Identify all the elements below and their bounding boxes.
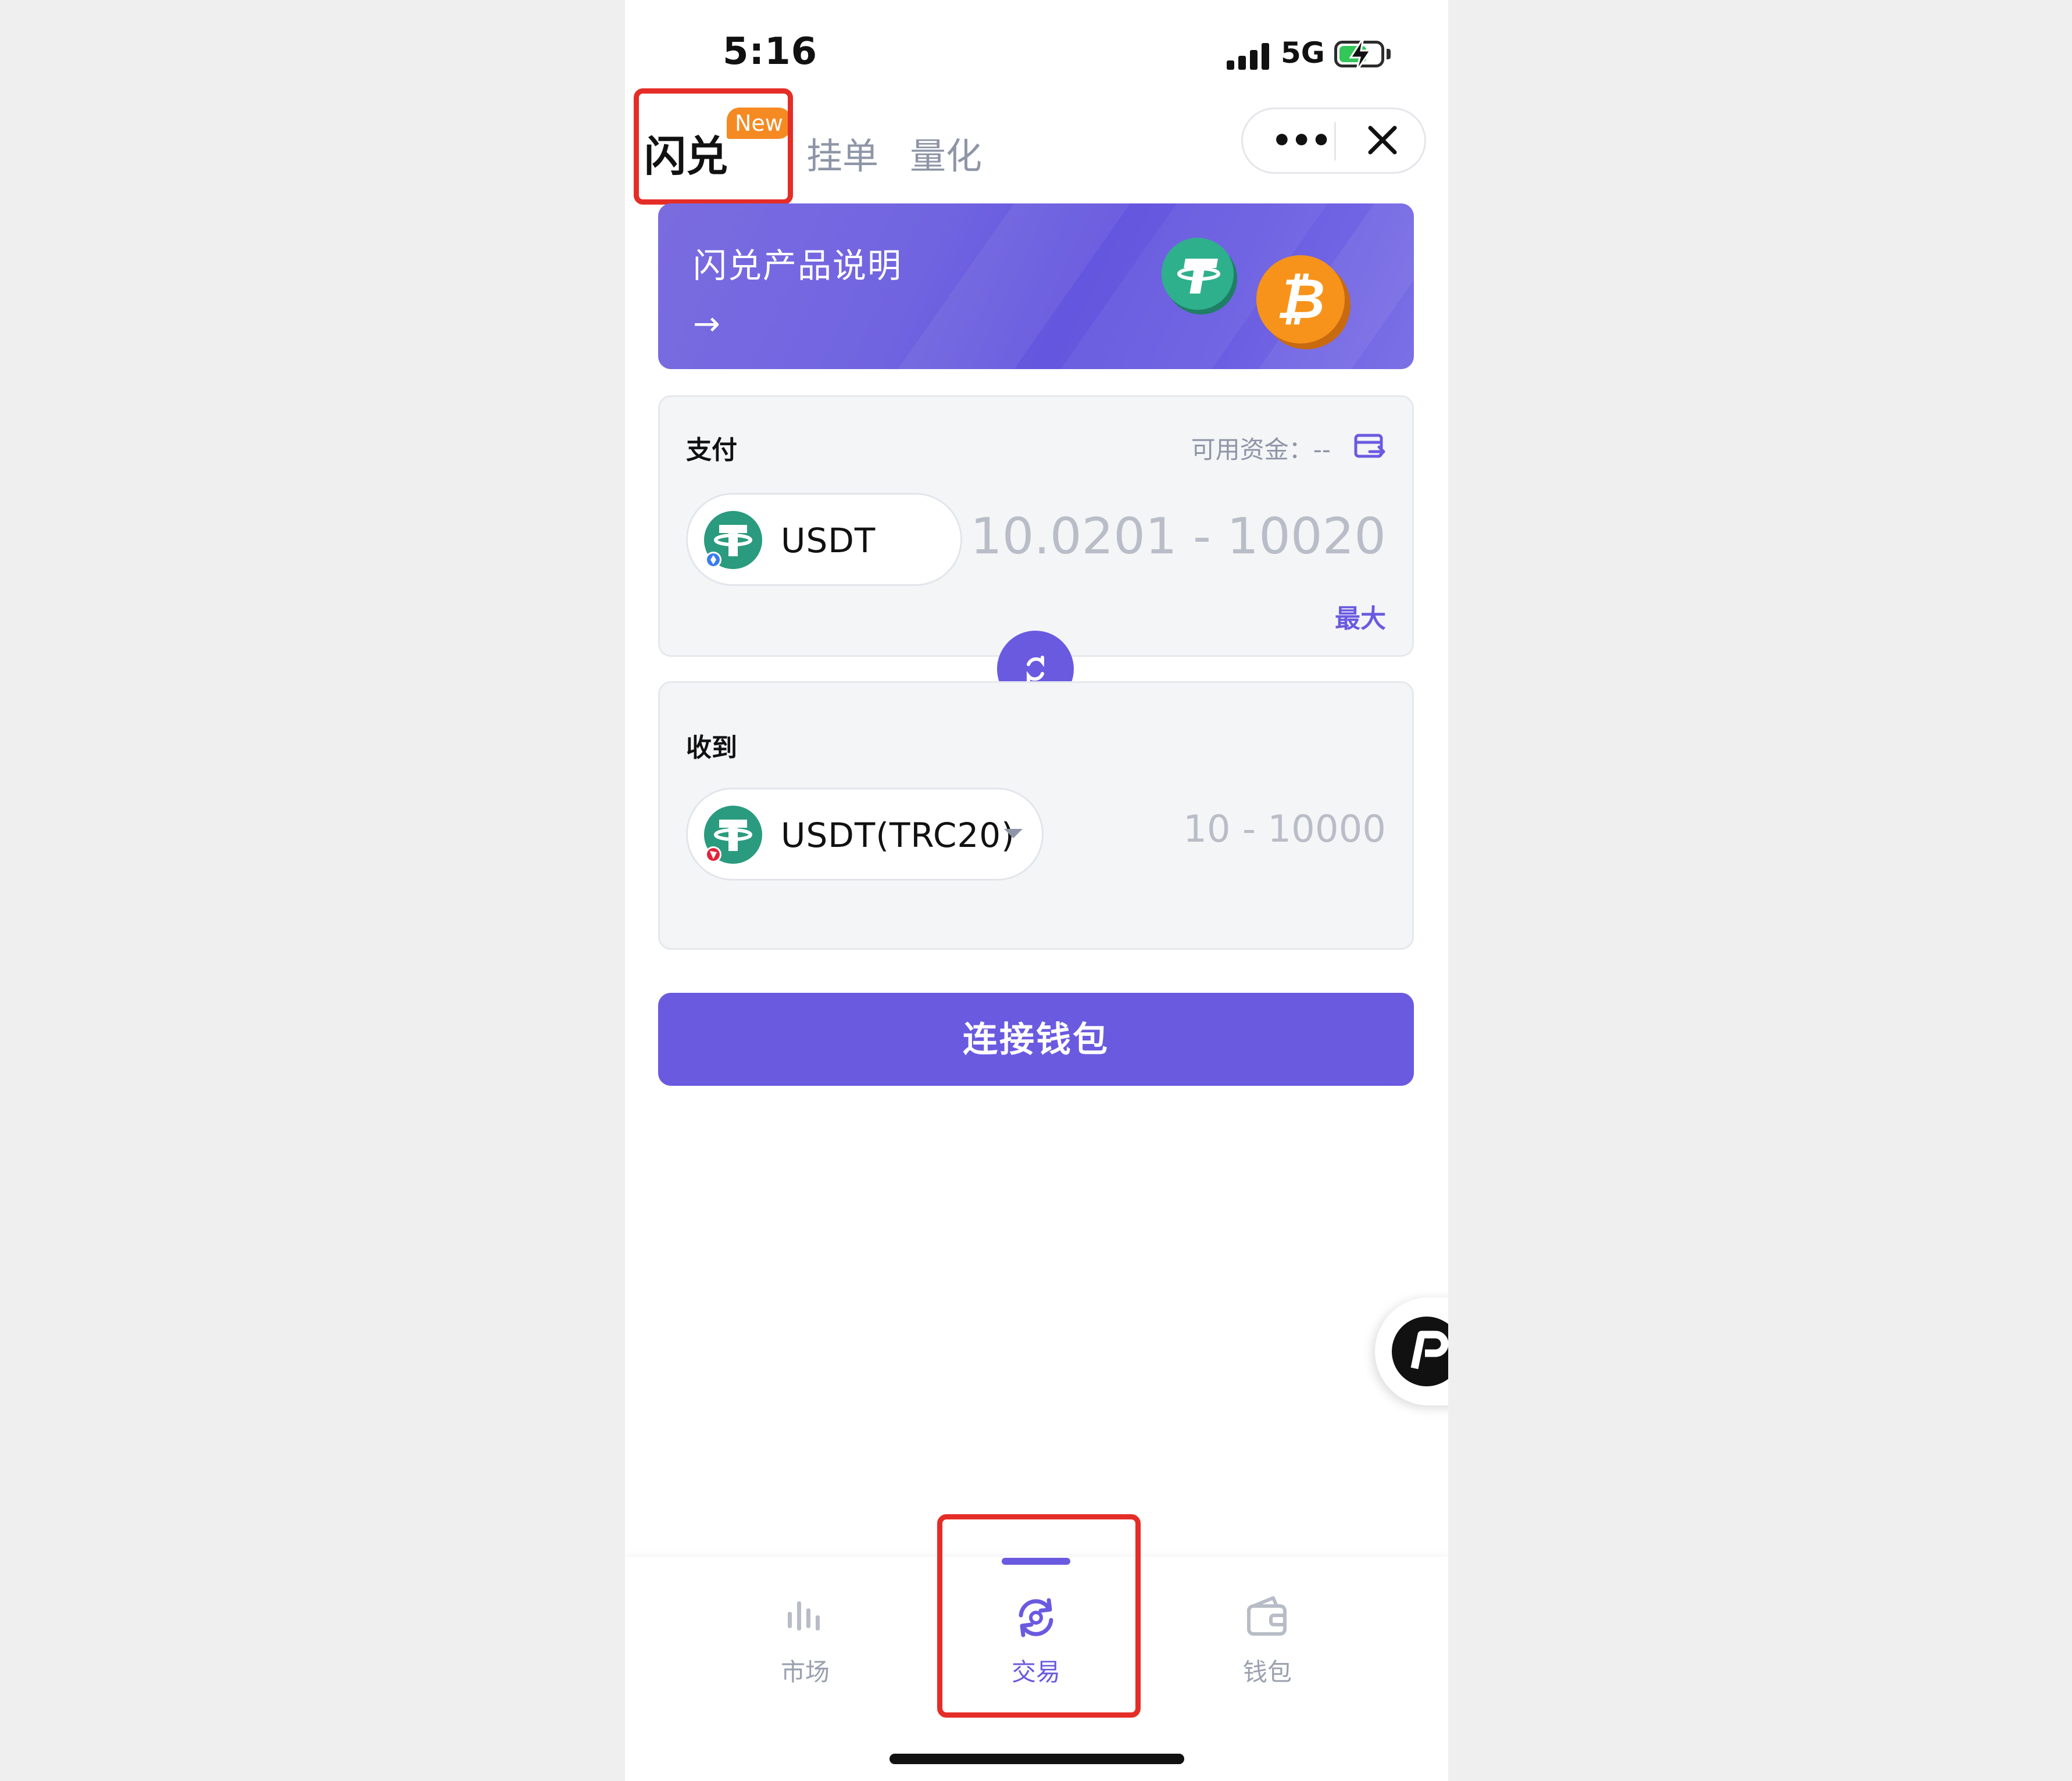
svg-text:₿: ₿: [1276, 266, 1325, 331]
more-dots-icon[interactable]: •••: [1271, 122, 1331, 160]
tether-coin-icon: [1162, 238, 1237, 314]
bitcoin-coin-icon: ₿: [1256, 255, 1351, 349]
nav-item-wallet[interactable]: 钱包: [1209, 1584, 1326, 1700]
receive-token-selector[interactable]: USDT(TRC20): [686, 788, 1044, 881]
receive-token-name: USDT(TRC20): [781, 816, 1015, 855]
available-value: --: [1313, 435, 1331, 464]
charging-bolt-icon: [1349, 37, 1372, 72]
pay-card: 支付 可用资金：-- USDT 10.0201 - 10020 最大: [658, 395, 1414, 657]
pay-token-name: USDT: [781, 521, 876, 560]
pay-token-selector[interactable]: USDT: [686, 493, 962, 586]
usdt-trc20-token-icon: [704, 806, 762, 864]
highlight-box-trade: [937, 1514, 1141, 1718]
pay-label: 支付: [686, 435, 737, 465]
available-funds: 可用资金：--: [1191, 430, 1331, 466]
tab-quant[interactable]: 量化: [910, 127, 982, 179]
deposit-wallet-icon[interactable]: [1353, 432, 1386, 461]
pay-amount-input[interactable]: 10.0201 - 10020: [970, 507, 1386, 566]
capsule-divider: [1334, 122, 1336, 160]
receive-label: 收到: [686, 733, 737, 763]
home-indicator: [889, 1754, 1184, 1764]
banner-title: 闪兑产品说明: [693, 246, 903, 285]
signal-icon: [1227, 41, 1273, 70]
arrow-right-icon: →: [693, 305, 720, 343]
nav-label-market: 市场: [780, 1658, 830, 1686]
chevron-down-icon: [1004, 829, 1023, 838]
receive-card: 收到 USDT(TRC20) 10 - 10000: [658, 681, 1414, 950]
phone-screen: 5:16 5G 闪兑 New 挂单 量化 ••• 闪兑产品说明 → ₿ 支付 可…: [625, 0, 1448, 1781]
status-time: 5:16: [723, 30, 818, 73]
wallet-icon: [1247, 1596, 1287, 1636]
max-button[interactable]: 最大: [1335, 598, 1386, 635]
highlight-box-tab: [634, 88, 793, 205]
network-label: 5G: [1281, 36, 1325, 70]
connect-wallet-button[interactable]: 连接钱包: [658, 993, 1414, 1086]
usdt-token-icon: [704, 511, 762, 569]
nav-item-market[interactable]: 市场: [747, 1584, 863, 1700]
nav-label-wallet: 钱包: [1242, 1658, 1292, 1686]
tab-limit-order[interactable]: 挂单: [806, 127, 878, 179]
close-icon[interactable]: [1364, 122, 1401, 158]
chart-bars-icon: [788, 1601, 820, 1630]
product-info-banner[interactable]: 闪兑产品说明 → ₿: [658, 203, 1414, 369]
p-logo-icon: [1392, 1317, 1448, 1386]
floating-assistant-button[interactable]: [1375, 1297, 1448, 1406]
receive-amount-display: 10 - 10000: [1183, 808, 1386, 851]
available-label: 可用资金：: [1191, 435, 1313, 464]
battery-tip: [1387, 49, 1391, 59]
